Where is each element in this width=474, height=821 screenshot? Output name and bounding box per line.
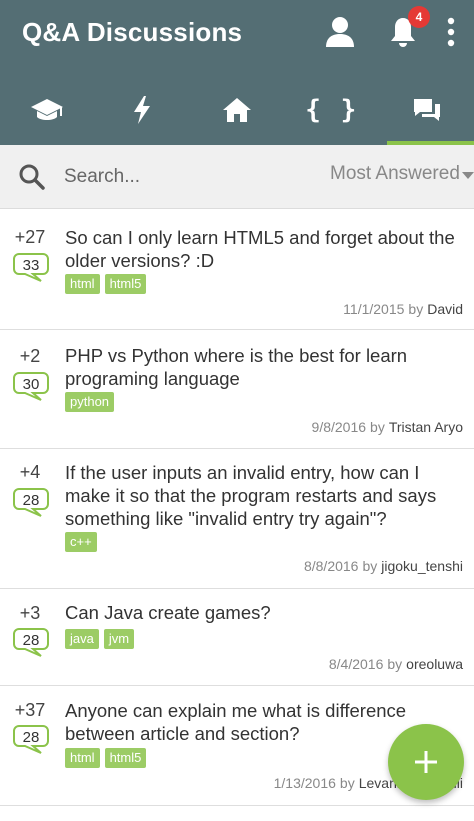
tag[interactable]: c++: [65, 532, 97, 552]
answer-count-bubble: 30: [13, 371, 49, 401]
plus-icon: [415, 751, 437, 773]
tag[interactable]: html: [65, 274, 100, 294]
search-input[interactable]: [64, 161, 314, 193]
answer-count-bubble: 28: [13, 627, 49, 657]
answer-count: 30: [22, 376, 40, 393]
lightning-icon: [134, 96, 151, 124]
author-name[interactable]: oreoluwa: [406, 656, 463, 672]
tab-bar: { }: [0, 75, 474, 145]
answer-count-bubble: 28: [13, 487, 49, 517]
tag-list: python: [65, 392, 115, 412]
post-date: 9/8/2016: [311, 419, 367, 435]
answer-count: 28: [22, 492, 40, 509]
app-bar: Q&A Discussions 4 {}: [0, 0, 474, 145]
question-row[interactable]: +4 28 If the user inputs an invalid entr…: [0, 449, 474, 589]
vote-count: +2: [19, 346, 41, 366]
tab-discussions[interactable]: [379, 75, 474, 145]
author-name[interactable]: Tristan Aryo: [389, 419, 463, 435]
tag-list: c++: [65, 532, 97, 552]
question-row[interactable]: +27 33 So can I only learn HTML5 and for…: [0, 210, 474, 330]
tab-activity[interactable]: [95, 75, 190, 145]
sort-dropdown[interactable]: Most Answered: [330, 163, 460, 185]
search-bar: Most Answered: [0, 145, 474, 209]
question-meta: 8/8/2016 by jigoku_tenshi: [304, 558, 463, 574]
question-row[interactable]: +2 30 PHP vs Python where is the best fo…: [0, 330, 474, 449]
tag-list: java jvm: [65, 629, 135, 649]
chat-bubbles-icon: [413, 99, 440, 121]
question-title[interactable]: If the user inputs an invalid entry, how…: [65, 461, 465, 530]
tag[interactable]: jvm: [103, 629, 135, 649]
by-label: by: [387, 656, 403, 672]
question-meta: 11/1/2015 by David: [343, 301, 463, 317]
tag-list: html html5: [65, 748, 147, 768]
tab-code[interactable]: { }: [284, 75, 379, 145]
tag[interactable]: html5: [104, 274, 147, 294]
tag[interactable]: html5: [104, 748, 147, 768]
question-meta: 9/8/2016 by Tristan Aryo: [312, 419, 463, 435]
post-date: 8/8/2016: [303, 558, 359, 574]
graduation-cap-icon: [31, 99, 64, 120]
profile-icon[interactable]: [323, 13, 357, 51]
vote-count: +27: [14, 227, 46, 247]
question-list: +27 33 So can I only learn HTML5 and for…: [0, 210, 474, 806]
vote-count: +4: [19, 462, 41, 482]
tag[interactable]: python: [65, 392, 115, 412]
post-date: 1/13/2016: [273, 775, 336, 791]
post-date: 8/4/2016: [328, 656, 384, 672]
notification-badge: 4: [408, 6, 430, 28]
more-vert-icon[interactable]: [440, 15, 462, 49]
question-title[interactable]: So can I only learn HTML5 and forget abo…: [65, 226, 465, 272]
tag[interactable]: html: [65, 748, 100, 768]
tab-learn[interactable]: [0, 75, 95, 145]
by-label: by: [362, 558, 378, 574]
question-title[interactable]: PHP vs Python where is the best for lear…: [65, 344, 465, 390]
page-title: Q&A Discussions: [22, 17, 243, 47]
by-label: by: [339, 775, 355, 791]
answer-count: 28: [22, 729, 40, 746]
answer-count-bubble: 28: [13, 724, 49, 754]
vote-count: +37: [14, 700, 46, 720]
home-icon: [222, 98, 251, 122]
tag-list: html html5: [65, 274, 147, 294]
author-name[interactable]: jigoku_tenshi: [381, 558, 463, 574]
code-braces-icon: { }: [305, 95, 359, 125]
author-name[interactable]: David: [427, 301, 463, 317]
answer-count-bubble: 33: [13, 252, 49, 282]
tag[interactable]: java: [65, 629, 99, 649]
by-label: by: [370, 419, 385, 435]
answer-count: 28: [22, 632, 40, 649]
by-label: by: [408, 301, 424, 317]
vote-count: +3: [19, 603, 41, 623]
question-row[interactable]: +3 28 Can Java create games? java jvm 8/…: [0, 589, 474, 686]
tab-home[interactable]: [190, 75, 285, 145]
question-title[interactable]: Can Java create games?: [65, 601, 465, 624]
chevron-down-icon[interactable]: [462, 172, 474, 179]
search-icon[interactable]: [18, 163, 46, 191]
answer-count: 33: [22, 257, 40, 274]
add-question-button[interactable]: [388, 724, 464, 800]
question-meta: 8/4/2016 by oreoluwa: [329, 656, 463, 672]
post-date: 11/1/2015: [343, 301, 405, 317]
